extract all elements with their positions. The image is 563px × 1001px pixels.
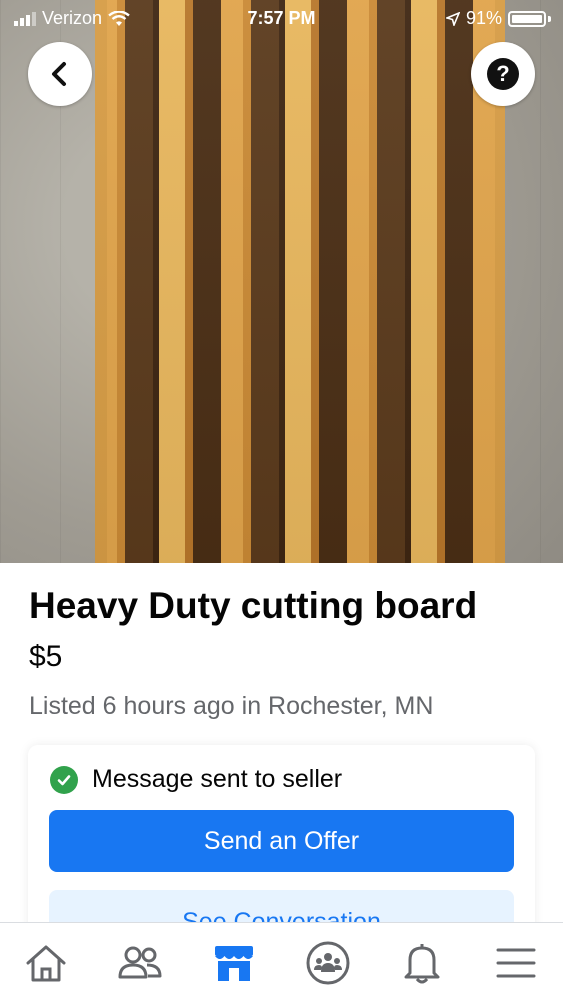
status-bar: Verizon 7:57 PM 91% <box>0 0 563 36</box>
message-status-row: Message sent to seller <box>50 765 342 794</box>
bottom-tab-bar <box>0 922 563 1001</box>
check-circle-icon <box>50 765 78 794</box>
groups-icon <box>306 941 350 985</box>
location-arrow-icon <box>445 11 460 26</box>
tab-notifications[interactable] <box>392 933 452 993</box>
home-icon <box>26 945 66 982</box>
status-right: 91% <box>445 8 551 29</box>
tab-menu[interactable] <box>486 933 546 993</box>
cutting-board-image <box>95 0 505 563</box>
battery-tip <box>548 15 551 22</box>
friends-icon <box>118 946 162 979</box>
message-status-text: Message sent to seller <box>92 765 343 793</box>
listing-location-time: Listed 6 hours ago in Rochester, MN <box>29 692 434 720</box>
menu-icon <box>496 948 536 978</box>
send-offer-button[interactable]: Send an Offer <box>49 810 514 872</box>
battery-icon <box>508 10 546 27</box>
tab-groups[interactable] <box>298 933 358 993</box>
marketplace-icon <box>215 946 253 981</box>
question-mark-icon: ? <box>487 58 519 90</box>
listing-price: $5 <box>29 640 63 673</box>
back-button[interactable] <box>28 42 92 106</box>
listing-title: Heavy Duty cutting board <box>29 585 478 626</box>
tab-friends[interactable] <box>110 933 170 993</box>
chevron-left-icon <box>52 62 66 86</box>
battery-percent: 91% <box>465 8 502 28</box>
tab-marketplace[interactable] <box>204 933 264 993</box>
tab-home[interactable] <box>16 933 76 993</box>
notifications-bell-icon <box>404 944 440 984</box>
help-button[interactable]: ? <box>471 42 535 106</box>
